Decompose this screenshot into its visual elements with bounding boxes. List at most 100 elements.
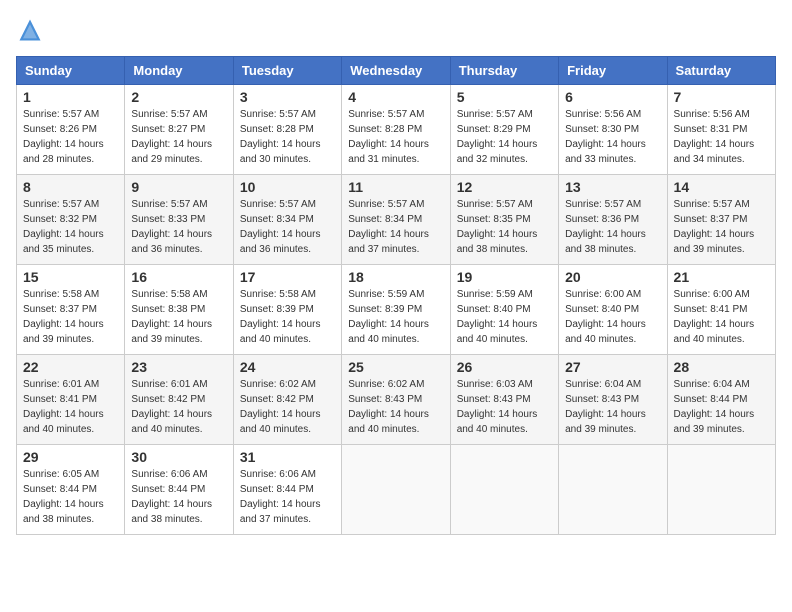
day-info: Sunrise: 5:58 AM Sunset: 8:37 PM Dayligh… xyxy=(23,287,118,347)
day-info: Sunrise: 6:05 AM Sunset: 8:44 PM Dayligh… xyxy=(23,467,118,527)
day-number: 27 xyxy=(565,359,660,375)
calendar-cell: 6 Sunrise: 5:56 AM Sunset: 8:30 PM Dayli… xyxy=(559,85,667,175)
day-info: Sunrise: 6:02 AM Sunset: 8:42 PM Dayligh… xyxy=(240,377,335,437)
day-number: 11 xyxy=(348,179,443,195)
calendar-cell xyxy=(342,445,450,535)
day-info: Sunrise: 5:57 AM Sunset: 8:28 PM Dayligh… xyxy=(348,107,443,167)
day-number: 9 xyxy=(131,179,226,195)
day-info: Sunrise: 6:02 AM Sunset: 8:43 PM Dayligh… xyxy=(348,377,443,437)
day-number: 13 xyxy=(565,179,660,195)
calendar-week-3: 15 Sunrise: 5:58 AM Sunset: 8:37 PM Dayl… xyxy=(17,265,776,355)
day-number: 3 xyxy=(240,89,335,105)
day-info: Sunrise: 5:57 AM Sunset: 8:36 PM Dayligh… xyxy=(565,197,660,257)
calendar-cell: 25 Sunrise: 6:02 AM Sunset: 8:43 PM Dayl… xyxy=(342,355,450,445)
weekday-header-friday: Friday xyxy=(559,57,667,85)
day-info: Sunrise: 6:04 AM Sunset: 8:43 PM Dayligh… xyxy=(565,377,660,437)
calendar-cell: 5 Sunrise: 5:57 AM Sunset: 8:29 PM Dayli… xyxy=(450,85,558,175)
day-number: 26 xyxy=(457,359,552,375)
day-number: 15 xyxy=(23,269,118,285)
day-number: 22 xyxy=(23,359,118,375)
calendar-body: 1 Sunrise: 5:57 AM Sunset: 8:26 PM Dayli… xyxy=(17,85,776,535)
day-number: 28 xyxy=(674,359,769,375)
day-number: 21 xyxy=(674,269,769,285)
day-number: 19 xyxy=(457,269,552,285)
day-number: 25 xyxy=(348,359,443,375)
day-number: 7 xyxy=(674,89,769,105)
day-info: Sunrise: 5:57 AM Sunset: 8:37 PM Dayligh… xyxy=(674,197,769,257)
calendar-week-4: 22 Sunrise: 6:01 AM Sunset: 8:41 PM Dayl… xyxy=(17,355,776,445)
calendar-cell: 28 Sunrise: 6:04 AM Sunset: 8:44 PM Dayl… xyxy=(667,355,775,445)
weekday-header-sunday: Sunday xyxy=(17,57,125,85)
calendar-cell: 16 Sunrise: 5:58 AM Sunset: 8:38 PM Dayl… xyxy=(125,265,233,355)
weekday-header-monday: Monday xyxy=(125,57,233,85)
weekday-header-wednesday: Wednesday xyxy=(342,57,450,85)
calendar-week-1: 1 Sunrise: 5:57 AM Sunset: 8:26 PM Dayli… xyxy=(17,85,776,175)
day-number: 12 xyxy=(457,179,552,195)
calendar-cell xyxy=(450,445,558,535)
day-number: 2 xyxy=(131,89,226,105)
calendar-cell xyxy=(667,445,775,535)
day-number: 20 xyxy=(565,269,660,285)
calendar-cell: 18 Sunrise: 5:59 AM Sunset: 8:39 PM Dayl… xyxy=(342,265,450,355)
calendar-cell: 24 Sunrise: 6:02 AM Sunset: 8:42 PM Dayl… xyxy=(233,355,341,445)
day-info: Sunrise: 6:01 AM Sunset: 8:42 PM Dayligh… xyxy=(131,377,226,437)
weekday-header-saturday: Saturday xyxy=(667,57,775,85)
day-number: 24 xyxy=(240,359,335,375)
day-info: Sunrise: 6:06 AM Sunset: 8:44 PM Dayligh… xyxy=(131,467,226,527)
calendar-cell: 27 Sunrise: 6:04 AM Sunset: 8:43 PM Dayl… xyxy=(559,355,667,445)
day-number: 1 xyxy=(23,89,118,105)
calendar-cell: 19 Sunrise: 5:59 AM Sunset: 8:40 PM Dayl… xyxy=(450,265,558,355)
calendar-cell: 13 Sunrise: 5:57 AM Sunset: 8:36 PM Dayl… xyxy=(559,175,667,265)
day-info: Sunrise: 5:57 AM Sunset: 8:27 PM Dayligh… xyxy=(131,107,226,167)
day-number: 16 xyxy=(131,269,226,285)
day-info: Sunrise: 5:57 AM Sunset: 8:34 PM Dayligh… xyxy=(240,197,335,257)
calendar-cell: 21 Sunrise: 6:00 AM Sunset: 8:41 PM Dayl… xyxy=(667,265,775,355)
logo-icon xyxy=(16,16,44,44)
day-number: 6 xyxy=(565,89,660,105)
calendar-cell: 8 Sunrise: 5:57 AM Sunset: 8:32 PM Dayli… xyxy=(17,175,125,265)
day-info: Sunrise: 6:00 AM Sunset: 8:41 PM Dayligh… xyxy=(674,287,769,347)
calendar-cell: 26 Sunrise: 6:03 AM Sunset: 8:43 PM Dayl… xyxy=(450,355,558,445)
calendar-cell: 22 Sunrise: 6:01 AM Sunset: 8:41 PM Dayl… xyxy=(17,355,125,445)
day-info: Sunrise: 5:58 AM Sunset: 8:38 PM Dayligh… xyxy=(131,287,226,347)
calendar-cell: 4 Sunrise: 5:57 AM Sunset: 8:28 PM Dayli… xyxy=(342,85,450,175)
page-header xyxy=(16,16,776,44)
day-info: Sunrise: 5:57 AM Sunset: 8:32 PM Dayligh… xyxy=(23,197,118,257)
day-info: Sunrise: 6:01 AM Sunset: 8:41 PM Dayligh… xyxy=(23,377,118,437)
day-number: 10 xyxy=(240,179,335,195)
calendar-cell: 20 Sunrise: 6:00 AM Sunset: 8:40 PM Dayl… xyxy=(559,265,667,355)
day-number: 5 xyxy=(457,89,552,105)
day-number: 23 xyxy=(131,359,226,375)
calendar-cell: 10 Sunrise: 5:57 AM Sunset: 8:34 PM Dayl… xyxy=(233,175,341,265)
day-info: Sunrise: 5:57 AM Sunset: 8:28 PM Dayligh… xyxy=(240,107,335,167)
weekday-header-row: SundayMondayTuesdayWednesdayThursdayFrid… xyxy=(17,57,776,85)
calendar-cell: 31 Sunrise: 6:06 AM Sunset: 8:44 PM Dayl… xyxy=(233,445,341,535)
weekday-header-tuesday: Tuesday xyxy=(233,57,341,85)
calendar-cell: 29 Sunrise: 6:05 AM Sunset: 8:44 PM Dayl… xyxy=(17,445,125,535)
day-info: Sunrise: 6:00 AM Sunset: 8:40 PM Dayligh… xyxy=(565,287,660,347)
logo xyxy=(16,16,48,44)
day-info: Sunrise: 5:59 AM Sunset: 8:39 PM Dayligh… xyxy=(348,287,443,347)
day-info: Sunrise: 6:06 AM Sunset: 8:44 PM Dayligh… xyxy=(240,467,335,527)
calendar-cell: 9 Sunrise: 5:57 AM Sunset: 8:33 PM Dayli… xyxy=(125,175,233,265)
calendar-cell: 12 Sunrise: 5:57 AM Sunset: 8:35 PM Dayl… xyxy=(450,175,558,265)
calendar-cell: 1 Sunrise: 5:57 AM Sunset: 8:26 PM Dayli… xyxy=(17,85,125,175)
calendar-table: SundayMondayTuesdayWednesdayThursdayFrid… xyxy=(16,56,776,535)
calendar-cell: 11 Sunrise: 5:57 AM Sunset: 8:34 PM Dayl… xyxy=(342,175,450,265)
calendar-cell: 15 Sunrise: 5:58 AM Sunset: 8:37 PM Dayl… xyxy=(17,265,125,355)
day-number: 18 xyxy=(348,269,443,285)
day-info: Sunrise: 5:58 AM Sunset: 8:39 PM Dayligh… xyxy=(240,287,335,347)
calendar-week-2: 8 Sunrise: 5:57 AM Sunset: 8:32 PM Dayli… xyxy=(17,175,776,265)
day-info: Sunrise: 5:56 AM Sunset: 8:30 PM Dayligh… xyxy=(565,107,660,167)
calendar-cell: 3 Sunrise: 5:57 AM Sunset: 8:28 PM Dayli… xyxy=(233,85,341,175)
day-number: 8 xyxy=(23,179,118,195)
day-info: Sunrise: 5:56 AM Sunset: 8:31 PM Dayligh… xyxy=(674,107,769,167)
day-info: Sunrise: 5:57 AM Sunset: 8:34 PM Dayligh… xyxy=(348,197,443,257)
calendar-cell: 30 Sunrise: 6:06 AM Sunset: 8:44 PM Dayl… xyxy=(125,445,233,535)
day-number: 14 xyxy=(674,179,769,195)
calendar-cell: 7 Sunrise: 5:56 AM Sunset: 8:31 PM Dayli… xyxy=(667,85,775,175)
calendar-cell: 23 Sunrise: 6:01 AM Sunset: 8:42 PM Dayl… xyxy=(125,355,233,445)
weekday-header-thursday: Thursday xyxy=(450,57,558,85)
day-number: 29 xyxy=(23,449,118,465)
day-info: Sunrise: 5:57 AM Sunset: 8:35 PM Dayligh… xyxy=(457,197,552,257)
